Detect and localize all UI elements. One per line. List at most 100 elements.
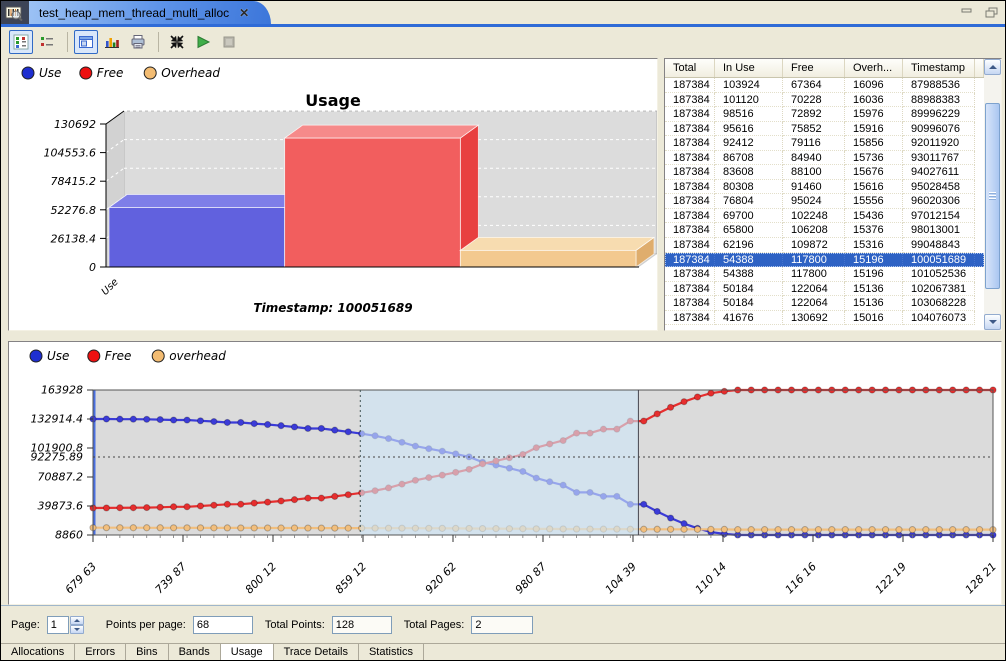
legend-label: Overhead	[161, 66, 220, 80]
page-input[interactable]	[47, 616, 69, 634]
data-point	[103, 525, 109, 531]
table-cell: 187384	[665, 267, 715, 282]
data-point	[735, 527, 741, 533]
table-row[interactable]: 187384103924673641609687988536	[665, 78, 984, 93]
editor-tab[interactable]: test_heap_mem_thread_multi_alloc ✕	[29, 1, 271, 24]
data-point	[654, 508, 660, 514]
spinner-up-icon[interactable]	[70, 616, 84, 625]
tab-allocations[interactable]: Allocations	[1, 644, 75, 660]
table-row[interactable]: 1873845438811780015196100051689	[665, 253, 984, 268]
table-cell: 15616	[845, 180, 903, 195]
table-cell: 95024	[783, 194, 845, 209]
grid-view-icon[interactable]	[9, 30, 33, 54]
table-cell: 92412	[715, 136, 783, 151]
table-row[interactable]: 18738492412791161585692011920	[665, 136, 984, 151]
tab-usage[interactable]: Usage	[221, 644, 274, 660]
y-tick-label: 132914.4	[31, 413, 84, 426]
table-cell: 99048843	[903, 238, 975, 253]
usage-line-chart[interactable]: UseFreeoverhead886039873.670887.2101900.…	[9, 342, 1001, 604]
maximize-icon[interactable]	[983, 5, 999, 19]
table-cell: 104076073	[903, 311, 975, 326]
x-tick-label: 128 21	[963, 560, 999, 596]
points-per-page-input[interactable]	[193, 616, 253, 634]
data-point	[721, 388, 727, 394]
data-point	[251, 525, 257, 531]
run-icon[interactable]	[191, 30, 215, 54]
table-row[interactable]: 1873845438811780015196101052536	[665, 267, 984, 282]
spinner-down-icon[interactable]	[70, 625, 84, 634]
print-icon[interactable]	[126, 30, 150, 54]
scroll-up-icon[interactable]	[984, 59, 1001, 75]
close-icon[interactable]: ✕	[239, 6, 249, 20]
legend-label: overhead	[169, 349, 226, 363]
tab-bins[interactable]: Bins	[126, 644, 168, 660]
data-point	[265, 525, 271, 531]
tab-errors[interactable]: Errors	[75, 644, 126, 660]
legend-label: Use	[39, 66, 61, 80]
data-point	[265, 499, 271, 505]
column-header[interactable]: Overh...	[845, 59, 903, 77]
table-row[interactable]: 187384621961098721531699048843	[665, 238, 984, 253]
table-row[interactable]: 18738486708849401573693011767	[665, 151, 984, 166]
data-point	[668, 526, 674, 532]
page-spinner	[70, 616, 84, 634]
column-header[interactable]: Free	[783, 59, 845, 77]
data-point	[318, 425, 324, 431]
x-tick-label: 859 12	[333, 560, 369, 596]
tab-statistics[interactable]: Statistics	[359, 644, 424, 660]
x-tick-label: 920 62	[423, 560, 459, 596]
table-row[interactable]: 18738476804950241555696020306	[665, 194, 984, 209]
table-cell: 187384	[665, 282, 715, 297]
selection-region[interactable]	[360, 390, 638, 535]
list-view-icon[interactable]	[35, 30, 59, 54]
data-point	[211, 525, 217, 531]
table-row[interactable]: 187384101120702281603688988383	[665, 93, 984, 108]
data-point	[238, 419, 244, 425]
tab-trace-details[interactable]: Trace Details	[274, 644, 359, 660]
data-point	[238, 501, 244, 507]
table-cell: 103924	[715, 78, 783, 93]
fit-to-window-icon[interactable]	[165, 30, 189, 54]
table-cell: 122064	[783, 296, 845, 311]
table-row[interactable]: 1873844167613069215016104076073	[665, 311, 984, 326]
table-cell: 15316	[845, 238, 903, 253]
scroll-down-icon[interactable]	[984, 314, 1001, 330]
table-row[interactable]: 187384658001062081537698013001	[665, 223, 984, 238]
data-point	[842, 527, 848, 533]
data-point	[345, 492, 351, 498]
data-point	[197, 418, 203, 424]
chart-title: Usage	[305, 91, 361, 110]
legend-dot	[144, 67, 156, 79]
table-row[interactable]: 18738498516728921597689996229	[665, 107, 984, 122]
table-cell: 101052536	[903, 267, 975, 282]
data-point	[654, 526, 660, 532]
x-tick-label: 739 87	[153, 560, 189, 596]
table-cell: 102248	[783, 209, 845, 224]
table-cell: 79116	[783, 136, 845, 151]
table-cell: 50184	[715, 282, 783, 297]
y-tick-label: 39873.6	[38, 500, 84, 513]
table-row[interactable]: 18738495616758521591690996076	[665, 122, 984, 137]
table-row[interactable]: 1873845018412206415136103068228	[665, 296, 984, 311]
table-row[interactable]: 1873845018412206415136102067381	[665, 282, 984, 297]
y-tick-label: 26138.4	[51, 232, 97, 245]
bar-chart-icon[interactable]	[100, 30, 124, 54]
data-point	[291, 525, 297, 531]
table-row[interactable]: 187384697001022481543697012154	[665, 209, 984, 224]
tab-bands[interactable]: Bands	[169, 644, 221, 660]
details-pane-icon[interactable]	[74, 30, 98, 54]
data-point	[130, 505, 136, 511]
data-point	[117, 525, 123, 531]
table-cell: 187384	[665, 136, 715, 151]
table-scrollbar[interactable]	[984, 59, 1001, 330]
table-cell: 95028458	[903, 180, 975, 195]
table-row[interactable]: 18738483608881001567694027611	[665, 165, 984, 180]
column-header[interactable]: In Use	[715, 59, 783, 77]
minimize-icon[interactable]	[959, 5, 975, 19]
scrollbar-thumb[interactable]	[985, 103, 1000, 289]
table-row[interactable]: 18738480308914601561695028458	[665, 180, 984, 195]
column-header[interactable]: Timestamp	[903, 59, 975, 77]
table-cell: 117800	[783, 267, 845, 282]
table-cell: 122064	[783, 282, 845, 297]
column-header[interactable]: Total	[665, 59, 715, 77]
